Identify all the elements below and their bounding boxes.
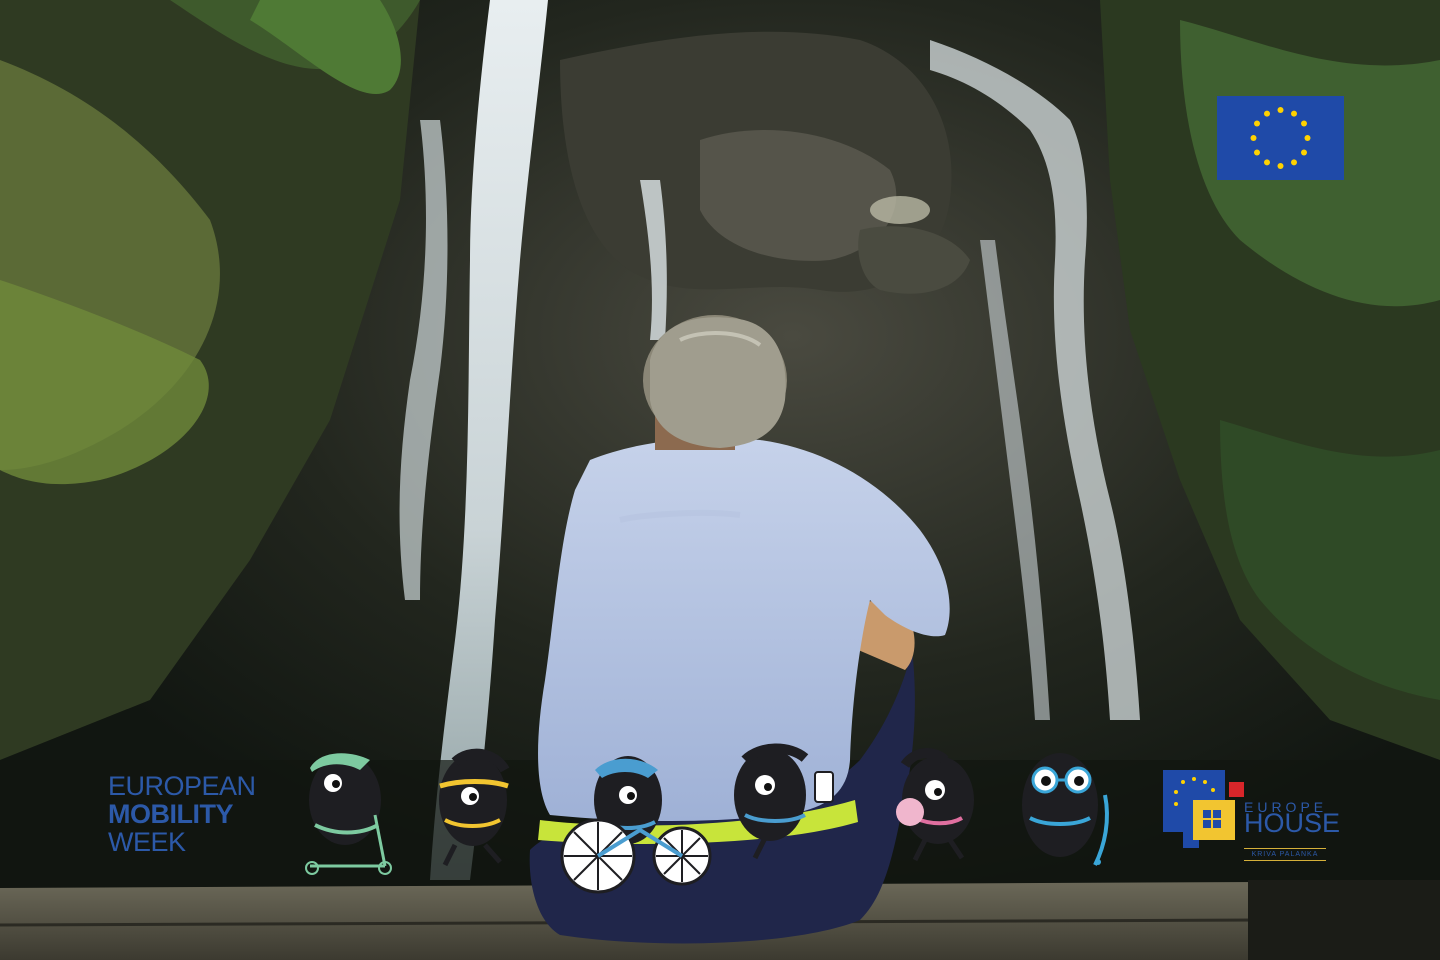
europe-house-line-city: KRIVA PALANKA <box>1244 848 1326 861</box>
eu-flag-icon <box>1217 96 1344 180</box>
european-mobility-week-logo: EUROPEAN MOBILITY WEEK <box>108 772 268 856</box>
europe-house-line-house: HOUSE <box>1244 808 1341 838</box>
logo-line-european: EUROPEAN <box>108 771 256 801</box>
logo-line-week: WEEK <box>108 827 186 857</box>
logo-line-mobility: MOBILITY <box>108 799 234 829</box>
photo-scene: EUROPEAN MOBILITY WEEK EUROPE HOUSE KRIV… <box>0 0 1440 960</box>
